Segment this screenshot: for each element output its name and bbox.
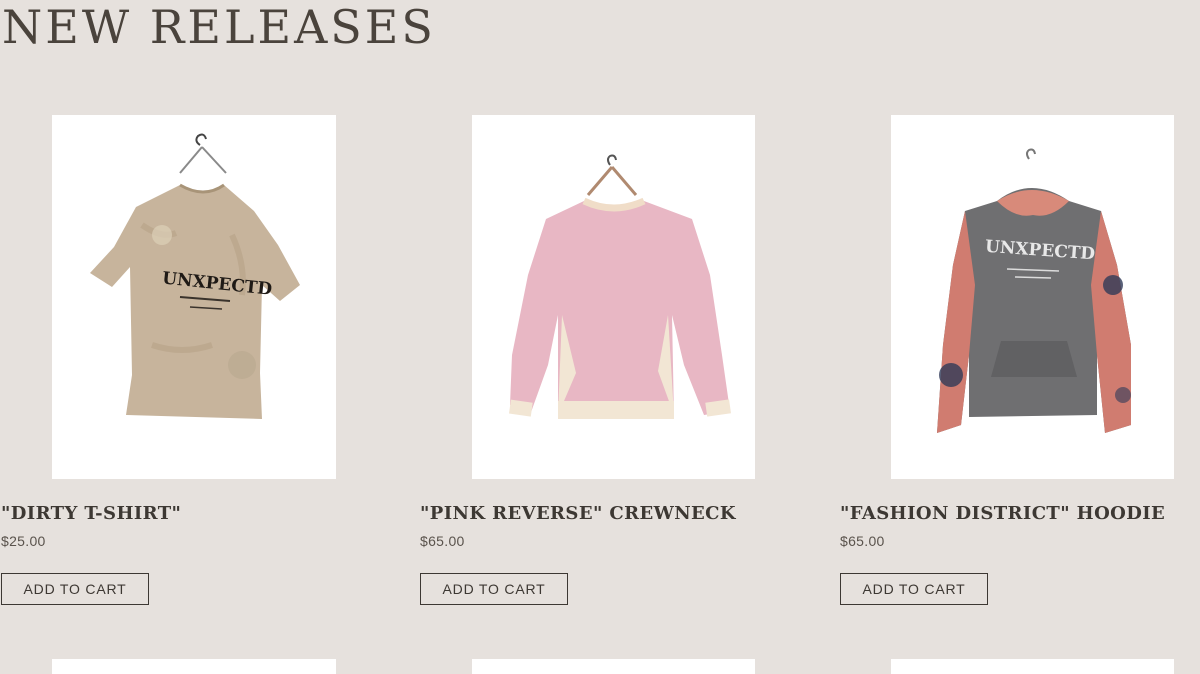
product-name[interactable]: "FASHION DISTRICT" HOODIE [840,503,1165,524]
product-image-crewneck[interactable] [472,115,755,479]
product-price: $65.00 [840,533,885,549]
crewneck-illustration [508,154,731,419]
new-releases-page: NEW RELEASES UNXPECTD "DIRTY T-SHIRT" $2… [0,0,1200,674]
hoodie-illustration: UNXPECTD [937,148,1131,433]
product-name[interactable]: "DIRTY T-SHIRT" [1,503,181,524]
next-product-image[interactable] [472,659,755,674]
next-product-image[interactable] [891,659,1174,674]
add-to-cart-button[interactable]: ADD TO CART [840,573,988,605]
product-name[interactable]: "PINK REVERSE" CREWNECK [420,503,736,524]
add-to-cart-button[interactable]: ADD TO CART [1,573,149,605]
section-title: NEW RELEASES [2,0,436,54]
tshirt-illustration: UNXPECTD [90,133,300,419]
product-price: $25.00 [1,533,46,549]
add-to-cart-button[interactable]: ADD TO CART [420,573,568,605]
product-image-tshirt[interactable]: UNXPECTD [52,115,336,479]
next-product-image[interactable] [52,659,336,674]
product-price: $65.00 [420,533,465,549]
product-image-hoodie[interactable]: UNXPECTD [891,115,1174,479]
